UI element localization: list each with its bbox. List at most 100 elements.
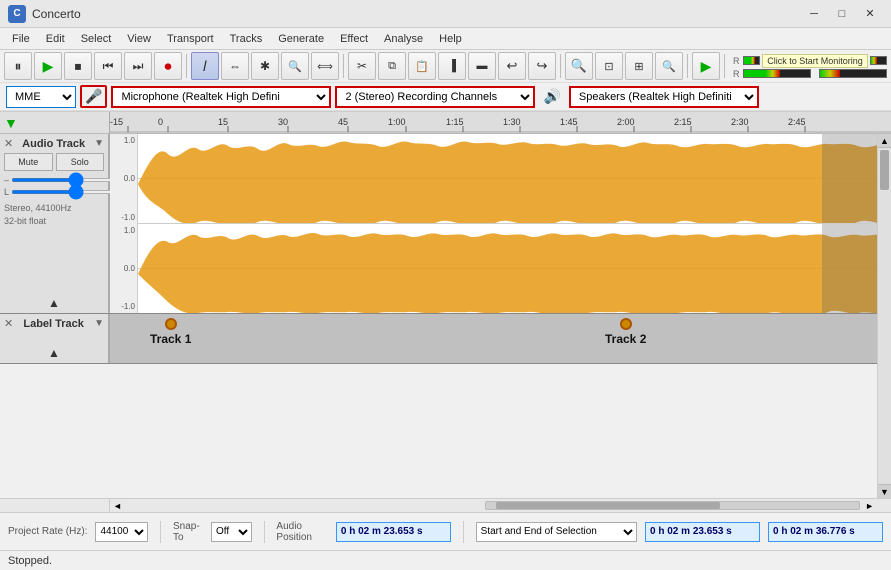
main-content: ▼ -15 0 15 30 45 1:00 xyxy=(0,112,891,570)
sel-start-input[interactable] xyxy=(645,522,760,542)
output-device-select[interactable]: Speakers (Realtek High Definiti xyxy=(569,86,759,108)
minimize-button[interactable]: ─ xyxy=(801,4,827,24)
scroll-thumb[interactable] xyxy=(880,150,889,190)
tool-select[interactable]: ⇔ xyxy=(221,52,249,80)
play-button[interactable]: ▶ xyxy=(34,52,62,80)
copy-button[interactable]: ⧉ xyxy=(378,52,406,80)
label-track-dropdown-icon[interactable]: ▼ xyxy=(94,318,104,329)
hscroll-right-button[interactable]: ► xyxy=(862,499,877,513)
label-track-header: ✕ Label Track ▼ xyxy=(4,317,104,330)
project-rate-select[interactable]: 44100 xyxy=(95,522,148,542)
cut-button[interactable]: ✂ xyxy=(348,52,376,80)
label-track-name: Label Track xyxy=(23,318,84,330)
input-device-select[interactable]: Microphone (Realtek High Defini xyxy=(111,86,331,108)
zoom-sel[interactable]: ⊞ xyxy=(625,52,653,80)
tool-ibeam[interactable]: 𝐼 xyxy=(191,52,219,80)
menu-transport[interactable]: Transport xyxy=(159,31,222,47)
hscroll-left-button[interactable]: ◄ xyxy=(110,499,483,513)
selection-mode-select[interactable]: Start and End of Selection xyxy=(476,522,637,542)
menu-view[interactable]: View xyxy=(119,31,159,47)
zoom-fit[interactable]: ⊡ xyxy=(595,52,623,80)
trim-button[interactable]: ▐ xyxy=(438,52,466,80)
svg-text:2:45: 2:45 xyxy=(788,117,806,127)
sep-5 xyxy=(724,54,725,78)
redo-button[interactable]: ↪ xyxy=(528,52,556,80)
level-meter-l2 xyxy=(819,69,887,78)
track-close-icon[interactable]: ✕ xyxy=(4,137,13,150)
db-scale-top: 1.0 0.0 -1.0 xyxy=(110,134,138,224)
waveform-svg-bottom xyxy=(138,224,877,314)
solo-button[interactable]: Solo xyxy=(56,153,105,171)
mic-icon: 🎤 xyxy=(80,85,107,108)
menu-bar: File Edit Select View Transport Tracks G… xyxy=(0,28,891,50)
tool-zoom[interactable]: 🔍 xyxy=(281,52,309,80)
status-text: Stopped. xyxy=(8,555,52,567)
track-info: Stereo, 44100Hz32-bit float xyxy=(4,202,104,227)
project-rate-label: Project Rate (Hz): xyxy=(8,526,87,537)
vertical-scrollbar: ▲ ▼ xyxy=(877,134,891,498)
snap-to-label: Snap-To xyxy=(173,521,203,543)
menu-file[interactable]: File xyxy=(4,31,38,47)
label-text-2: Track 2 xyxy=(605,332,646,346)
selection-overlay-top xyxy=(822,134,877,223)
audio-position-label: Audio Position xyxy=(276,521,327,543)
track-expand-icon[interactable]: ▲ xyxy=(48,296,60,310)
maximize-button[interactable]: □ xyxy=(829,4,855,24)
hscroll-thumb[interactable] xyxy=(496,502,720,509)
track-name-label: Audio Track xyxy=(22,138,85,150)
sel-end-input[interactable] xyxy=(768,522,883,542)
prev-button[interactable]: ⏮ xyxy=(94,52,122,80)
level-meter-right2 xyxy=(870,56,887,65)
silence-button[interactable]: ▬ xyxy=(468,52,496,80)
label-track-close-icon[interactable]: ✕ xyxy=(4,317,13,330)
level-meters-area: R Click to Start Monitoring R xyxy=(733,54,887,79)
zoom-in[interactable]: 🔍 xyxy=(565,52,593,80)
host-select[interactable]: MME xyxy=(6,86,76,108)
toolbar-row-1: ⏸ ▶ ⏹ ⏮ ⏭ ⏺ 𝐼 ⇔ ✱ 🔍 ⟺ ✂ ⧉ 📋 ▐ ▬ ↩ ↪ 🔍 xyxy=(0,50,891,83)
undo-button[interactable]: ↩ xyxy=(498,52,526,80)
label-track-content[interactable]: Track 1 Track 2 xyxy=(110,314,877,363)
channel-select[interactable]: 2 (Stereo) Recording Channels xyxy=(335,86,535,108)
scroll-up-button[interactable]: ▲ xyxy=(878,134,891,148)
record-button[interactable]: ⏺ xyxy=(154,52,182,80)
label-pin-1 xyxy=(165,318,177,330)
menu-select[interactable]: Select xyxy=(73,31,120,47)
menu-generate[interactable]: Generate xyxy=(270,31,332,47)
zoom-out[interactable]: 🔍 xyxy=(655,52,683,80)
label-expand-icon[interactable]: ▲ xyxy=(48,346,60,360)
bottom-status-bar: Stopped. xyxy=(0,550,891,570)
mute-solo-buttons: Mute Solo xyxy=(4,153,104,171)
app-icon: C xyxy=(8,5,26,23)
tool-timeshift[interactable]: ⟺ xyxy=(311,52,339,80)
play-green[interactable]: ▶ xyxy=(692,52,720,80)
paste-button[interactable]: 📋 xyxy=(408,52,436,80)
pause-button[interactable]: ⏸ xyxy=(4,52,32,80)
stop-button[interactable]: ⏹ xyxy=(64,52,92,80)
next-button[interactable]: ⏭ xyxy=(124,52,152,80)
menu-effect[interactable]: Effect xyxy=(332,31,376,47)
waveform-container[interactable]: 1.0 0.0 -1.0 xyxy=(110,134,877,313)
menu-tracks[interactable]: Tracks xyxy=(222,31,271,47)
menu-help[interactable]: Help xyxy=(431,31,470,47)
audio-position-input[interactable] xyxy=(336,522,451,542)
track-dropdown-icon[interactable]: ▼ xyxy=(94,138,104,149)
close-button[interactable]: ✕ xyxy=(857,4,883,24)
scroll-down-button[interactable]: ▼ xyxy=(878,484,891,498)
timeline-ticks-area[interactable]: -15 0 15 30 45 1:00 1:15 1:30 1: xyxy=(110,112,891,133)
hscroll-track[interactable] xyxy=(485,501,860,510)
tool-draw[interactable]: ✱ xyxy=(251,52,279,80)
audio-track: ✕ Audio Track ▼ Mute Solo – + xyxy=(0,134,877,314)
waveform-top xyxy=(138,134,877,224)
menu-analyse[interactable]: Analyse xyxy=(376,31,431,47)
snap-to-select[interactable]: Off xyxy=(211,522,252,542)
mute-button[interactable]: Mute xyxy=(4,153,53,171)
svg-text:1:15: 1:15 xyxy=(446,117,464,127)
menu-edit[interactable]: Edit xyxy=(38,31,73,47)
device-row: MME 🎤 Microphone (Realtek High Defini 2 … xyxy=(0,83,891,111)
scroll-left-panel xyxy=(0,499,110,512)
label-marker-2: Track 2 xyxy=(605,318,646,346)
label-track: ✕ Label Track ▼ ▲ Track 1 xyxy=(0,314,877,364)
label-pin-2 xyxy=(620,318,632,330)
horizontal-scrollbar: ◄ ► xyxy=(0,498,891,512)
monitoring-button[interactable]: Click to Start Monitoring xyxy=(762,54,868,68)
